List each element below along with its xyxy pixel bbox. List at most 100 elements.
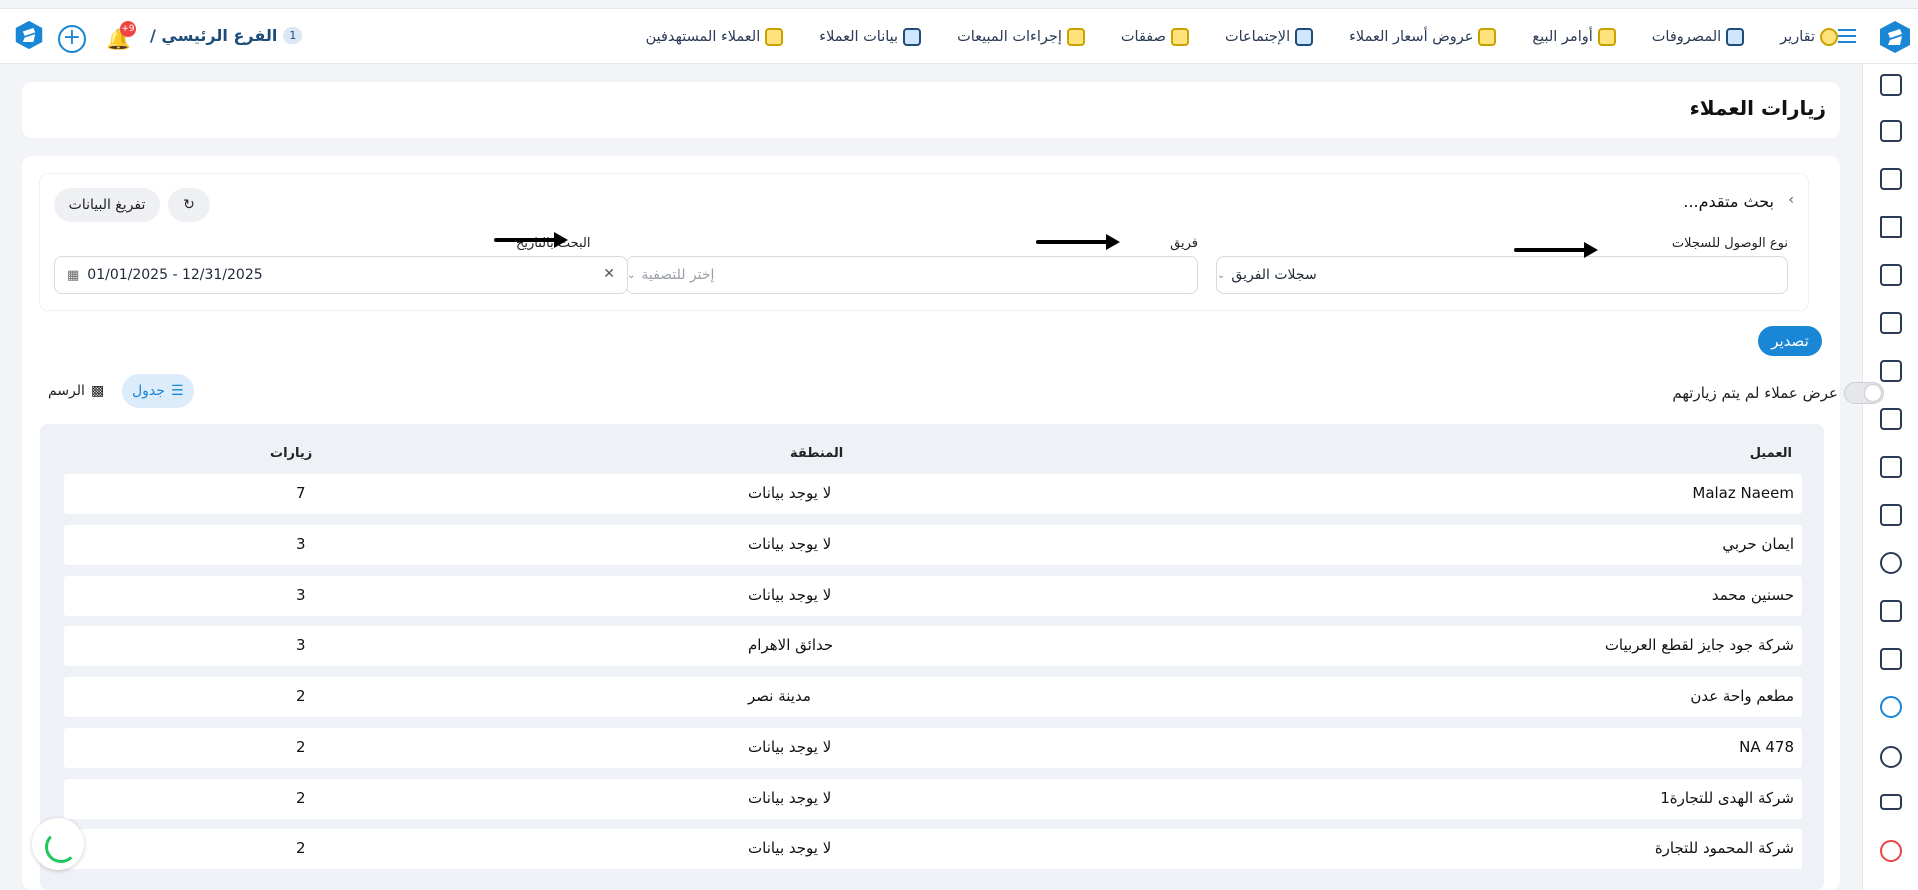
cash-icon[interactable] [1880,168,1902,190]
nav-sales-actions[interactable]: إجراءات المبيعات [957,28,1085,46]
table-row[interactable]: شركة جود جايز لقطع العربيات حدائق الاهرا… [64,626,1802,666]
table-row[interactable]: ايمان حربي لا يوجد بيانات 3 [64,525,1802,565]
nav-quotes[interactable]: عروض أسعار العملاء [1349,28,1497,46]
quotes-icon [1478,28,1497,46]
nav-sales-orders[interactable]: أوامر البيع [1532,28,1616,46]
table-row[interactable]: شركة المحمود للتجارة لا يوجد بيانات 2 [64,829,1802,869]
screen-icon[interactable] [1880,794,1902,810]
nav-meetings[interactable]: الإجتماعات [1224,28,1314,46]
main-nav: العملاء المستهدفين بيانات العملاء إجراءا… [646,9,1838,65]
hand-document-icon[interactable] [1880,648,1902,670]
visits-cell: 2 [296,738,306,756]
table-row[interactable]: NA 478 لا يوجد بيانات 2 [64,728,1802,768]
nav-deals[interactable]: صفقات [1121,28,1189,46]
nav-label: إجراءات المبيعات [957,29,1062,45]
client-cell: NA 478 [1739,738,1794,756]
visits-cell: 7 [296,484,306,502]
chevron-down-icon: ⌄ [1217,269,1226,281]
client-cell: Malaz Naeem [1692,484,1794,502]
table-tab-label: جدول [132,383,165,399]
nav-client-data[interactable]: بيانات العملاء [819,28,922,46]
table-row[interactable]: Malaz Naeem لا يوجد بيانات 7 [64,474,1802,514]
client-data-icon [903,28,922,46]
client-cell: شركة جود جايز لقطع العربيات [1604,636,1794,654]
nav-label: تقارير [1780,29,1815,45]
hamburger-menu-icon[interactable] [1838,29,1856,43]
unvisited-clients-toggle[interactable] [1844,382,1884,404]
nav-label: المصروفات [1651,29,1722,45]
column-header-region: المنطقة [790,446,844,461]
refresh-icon: ↻ [183,197,195,213]
power-logout-icon[interactable] [1880,840,1902,862]
team-label: فريق [1170,236,1198,251]
table-row[interactable]: مطعم واحة عدن مدينة نصر 2 [64,677,1802,717]
visits-table: العميل المنطقة زيارات Malaz Naeem لا يوج… [40,424,1824,890]
nav-label: أوامر البيع [1532,29,1593,45]
team-icon[interactable] [1880,120,1902,142]
branch-selector[interactable]: 1 الفرع الرئيسي / [150,26,303,45]
warning-icon[interactable] [1880,216,1902,238]
tab-chart[interactable]: الرسم ▩ [38,374,114,408]
access-type-value: سجلات الفريق [1231,267,1317,283]
list-icon: ☰ [170,383,184,399]
visits-cell: 2 [296,687,306,705]
client-cell: شركة المحمود للتجارة [1654,839,1794,857]
notification-count-badge: +9 [120,21,136,37]
team-select[interactable]: إختر للتصفية ⌄ [626,256,1198,294]
mountain-icon[interactable] [1880,312,1902,334]
region-cell: لا يوجد بيانات [748,586,832,604]
page-title: زيارات العملاء [1689,96,1826,120]
documents-icon[interactable] [1880,74,1902,96]
access-type-select[interactable]: سجلات الفريق ⌄ [1216,256,1788,294]
secondary-logo-icon[interactable] [14,20,44,50]
unvisited-clients-label: عرض عملاء لم يتم زيارتهم [1672,384,1838,402]
analytics-icon[interactable] [1880,696,1902,718]
region-cell: حدائق الاهرام [748,636,834,654]
expenses-icon [1726,28,1745,46]
date-range-picker[interactable]: ▦ 01/01/2025 - 12/31/2025 ✕ [54,256,628,294]
annotation-arrow [494,232,568,248]
nav-label: الإجتماعات [1224,29,1291,45]
refresh-button[interactable]: ↻ [168,188,210,222]
clear-x-icon[interactable]: ✕ [603,266,615,282]
add-new-button[interactable]: + [58,25,86,53]
column-header-visits: زيارات [270,446,313,461]
building-icon[interactable] [1880,456,1902,478]
branch-count-badge: 1 [283,27,303,44]
settings-gear-icon[interactable] [1880,746,1902,768]
advanced-search-panel: بحث متقدم... ‹ ↻ تفريغ البيانات نوع الوص… [40,174,1808,310]
delivery-icon[interactable] [1880,504,1902,526]
visits-cell: 3 [296,636,306,654]
user-edit-icon[interactable] [1880,552,1902,574]
side-navigation [1862,64,1918,890]
page-title-card: زيارات العملاء [22,82,1840,138]
date-range-value: 01/01/2025 - 12/31/2025 [87,267,263,283]
video-call-icon[interactable] [1880,264,1902,286]
app-logo-icon[interactable] [1878,20,1912,54]
nav-reports[interactable]: تقارير [1780,28,1838,46]
access-type-label: نوع الوصول للسجلات [1671,236,1788,251]
client-cell: شركة الهدى للتجارة1 [1660,789,1794,807]
region-cell: لا يوجد بيانات [748,789,832,807]
sales-actions-icon [1066,28,1085,46]
nav-expenses[interactable]: المصروفات [1651,28,1745,46]
add-document-icon[interactable] [1880,600,1902,622]
tab-table[interactable]: جدول ☰ [122,374,194,408]
visits-cell: 3 [296,586,306,604]
export-button[interactable]: تصدير [1758,326,1822,356]
advanced-search-title: بحث متقدم... [1683,192,1774,211]
notifications-bell-icon[interactable]: 🔔 +9 [106,21,136,51]
nav-target-clients[interactable]: العملاء المستهدفين [646,28,784,46]
client-cell: مطعم واحة عدن [1690,687,1794,705]
sales-orders-icon [1597,28,1616,46]
signature-icon[interactable] [1880,408,1902,430]
region-cell: لا يوجد بيانات [748,484,832,502]
meetings-icon [1295,28,1314,46]
table-row[interactable]: حسنين محمد لا يوجد بيانات 3 [64,576,1802,616]
table-row[interactable]: شركة الهدى للتجارة1 لا يوجد بيانات 2 [64,779,1802,819]
clear-data-button[interactable]: تفريغ البيانات [54,188,160,222]
invoice-icon[interactable] [1880,360,1902,382]
nav-label: بيانات العملاء [819,29,899,45]
visits-cell: 3 [296,535,306,553]
chevron-left-icon[interactable]: ‹ [1788,192,1794,208]
